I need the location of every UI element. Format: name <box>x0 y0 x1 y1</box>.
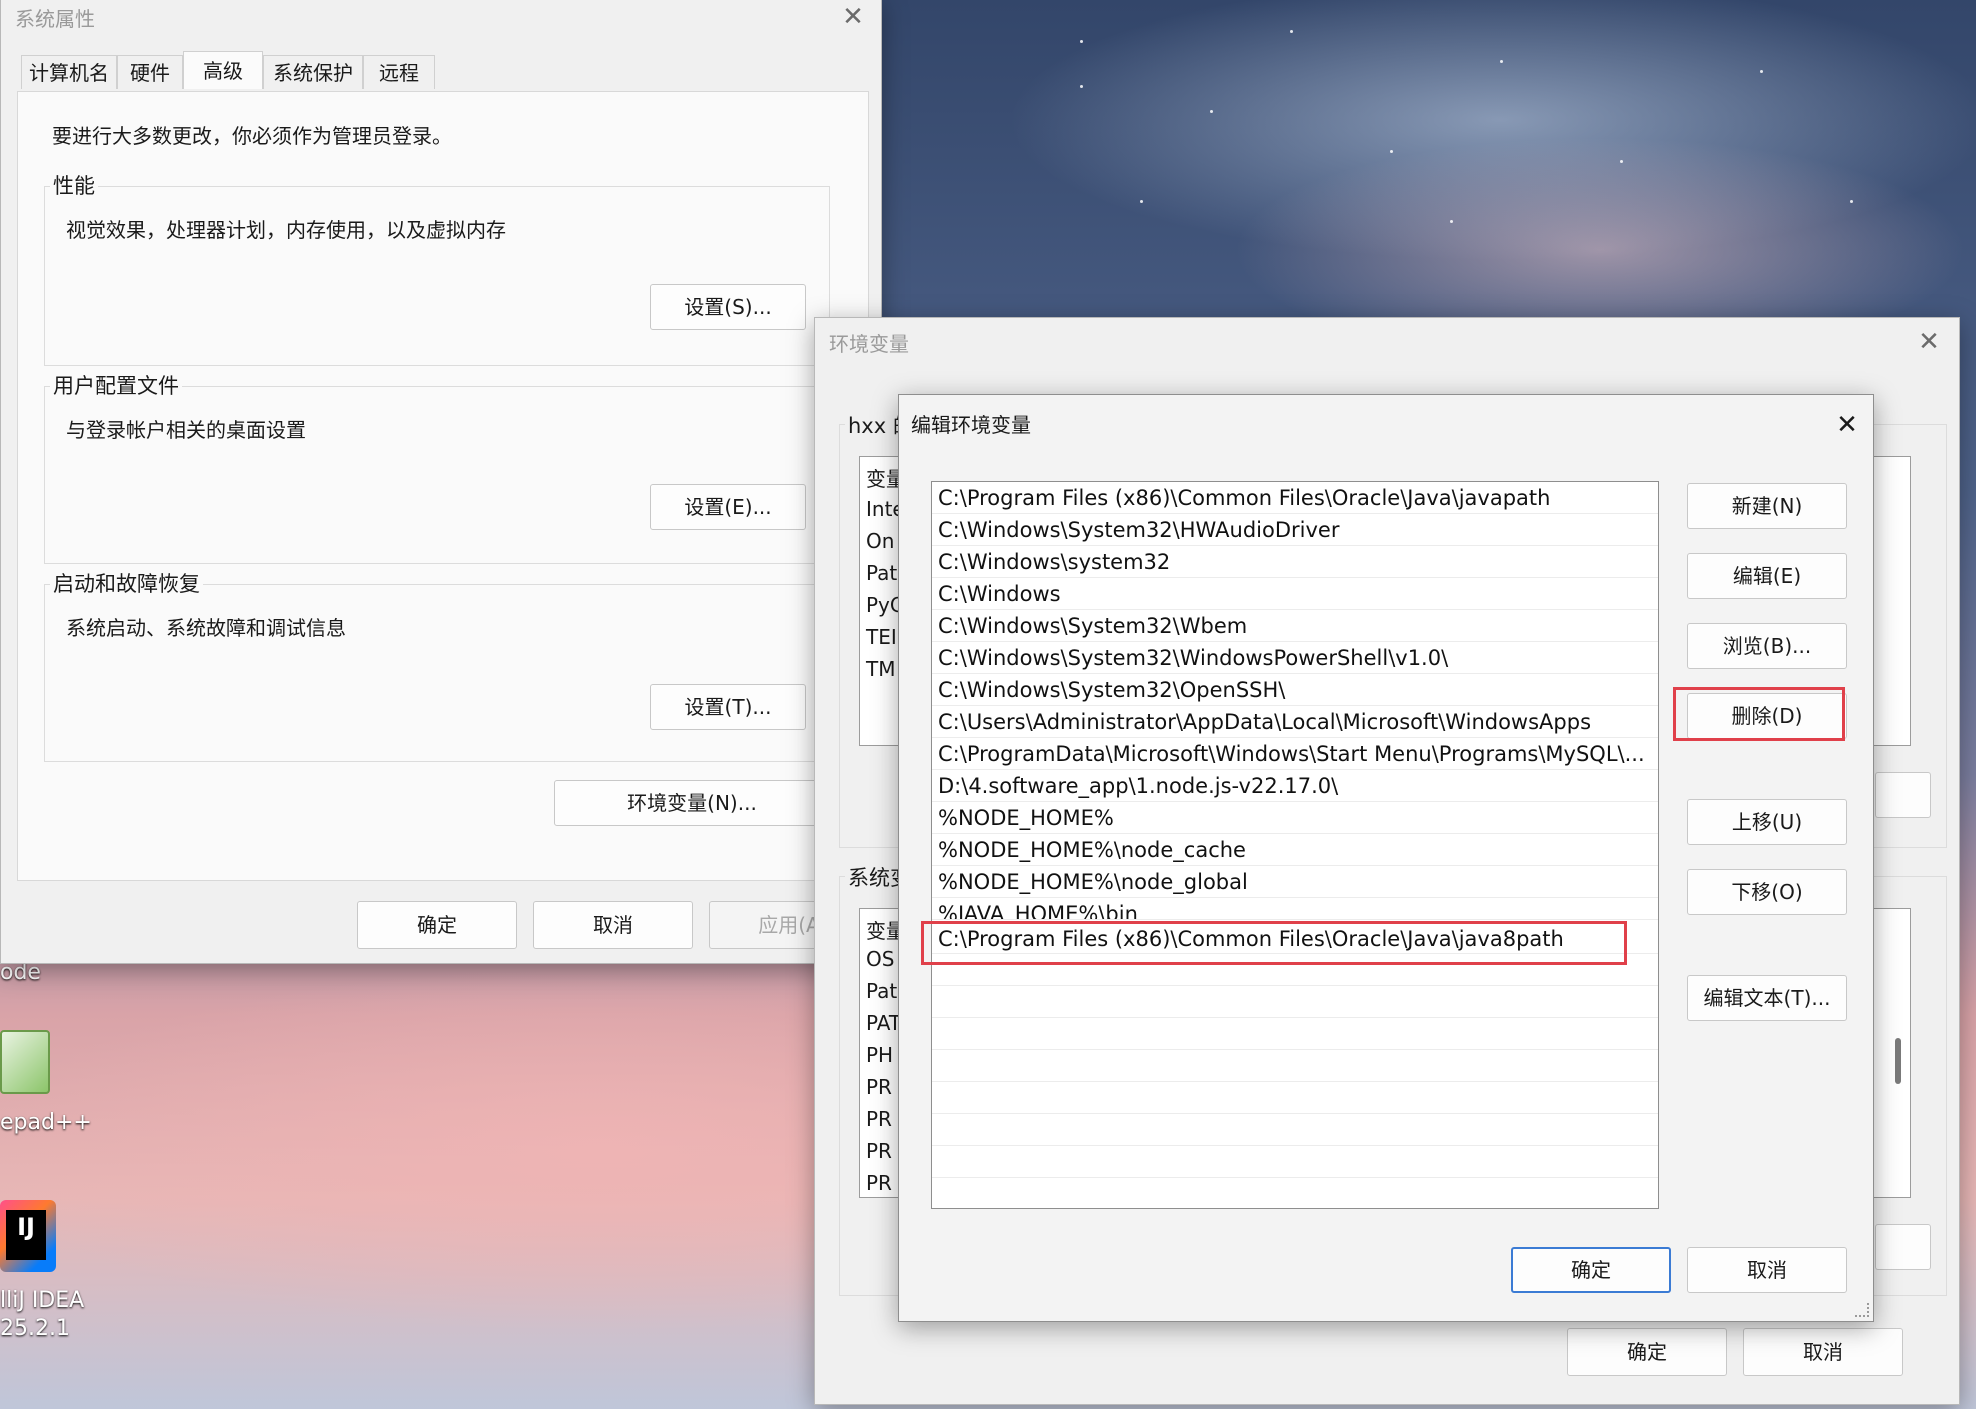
list-item[interactable]: On <box>866 529 894 553</box>
resize-grip-icon[interactable] <box>1855 1303 1869 1317</box>
highlight-box-new-path <box>921 921 1627 965</box>
list-item[interactable]: TEI <box>866 625 897 649</box>
empty-row <box>932 1146 1658 1178</box>
user-variables-button[interactable] <box>1875 772 1931 818</box>
window-title: 环境变量 <box>829 332 909 356</box>
path-item[interactable]: C:\Windows\System32\Wbem <box>932 610 1658 642</box>
performance-description: 视觉效果，处理器计划，内存使用，以及虚拟内存 <box>66 218 506 242</box>
path-item[interactable]: %JAVA_HOME%\bin <box>932 898 1658 920</box>
startup-recovery-description: 系统启动、系统故障和调试信息 <box>66 616 346 640</box>
empty-row <box>932 1018 1658 1050</box>
empty-row <box>932 1050 1658 1082</box>
path-item[interactable]: C:\Program Files (x86)\Common Files\Orac… <box>932 482 1658 514</box>
intellij-idea-icon[interactable]: IJ <box>0 1200 56 1272</box>
tab-computer-name[interactable]: 计算机名 <box>21 55 117 89</box>
path-item[interactable]: %NODE_HOME% <box>932 802 1658 834</box>
path-item[interactable]: %NODE_HOME%\node_cache <box>932 834 1658 866</box>
list-item[interactable]: PR <box>866 1075 892 1099</box>
star <box>1620 160 1623 163</box>
path-item[interactable]: C:\Windows\System32\HWAudioDriver <box>932 514 1658 546</box>
star <box>1140 200 1143 203</box>
list-item[interactable]: PR <box>866 1107 892 1131</box>
move-up-button[interactable]: 上移(U) <box>1687 799 1847 845</box>
user-profile-label: 用户配置文件 <box>50 370 182 400</box>
cancel-button[interactable]: 取消 <box>1743 1328 1903 1376</box>
path-list[interactable]: C:\Program Files (x86)\Common Files\Orac… <box>931 481 1659 1209</box>
path-item[interactable]: C:\Windows\system32 <box>932 546 1658 578</box>
path-item[interactable]: %NODE_HOME%\node_global <box>932 866 1658 898</box>
tab-hardware[interactable]: 硬件 <box>117 55 183 89</box>
browse-button[interactable]: 浏览(B)... <box>1687 623 1847 669</box>
system-variables-button[interactable] <box>1875 1224 1931 1270</box>
empty-row <box>932 1082 1658 1114</box>
list-item[interactable]: Pat <box>866 979 897 1003</box>
cancel-button[interactable]: 取消 <box>1687 1247 1847 1293</box>
user-profile-settings-button[interactable]: 设置(E)... <box>650 484 806 530</box>
performance-settings-button[interactable]: 设置(S)... <box>650 284 806 330</box>
edit-button[interactable]: 编辑(E) <box>1687 553 1847 599</box>
empty-row <box>932 1114 1658 1146</box>
path-item[interactable]: C:\Windows\System32\WindowsPowerShell\v1… <box>932 642 1658 674</box>
performance-group <box>44 186 830 366</box>
startup-recovery-label: 启动和故障恢复 <box>50 568 203 598</box>
list-item[interactable]: OS <box>866 947 894 971</box>
user-profile-description: 与登录帐户相关的桌面设置 <box>66 418 306 442</box>
dialog-title: 编辑环境变量 <box>911 413 1031 437</box>
list-item[interactable]: TM <box>866 657 895 681</box>
star <box>1450 220 1453 223</box>
list-item[interactable]: PAT <box>866 1011 901 1035</box>
user-profile-group <box>44 386 830 564</box>
list-item[interactable]: PR <box>866 1139 892 1163</box>
desktop-icon-label[interactable]: epad++ <box>0 1110 92 1135</box>
path-item[interactable]: C:\Windows <box>932 578 1658 610</box>
star <box>1080 85 1083 88</box>
close-icon[interactable]: ✕ <box>835 1 871 33</box>
highlight-box-delete <box>1673 687 1845 741</box>
tab-system-protection[interactable]: 系统保护 <box>263 55 363 89</box>
empty-row <box>932 986 1658 1018</box>
edit-environment-variable-dialog: 编辑环境变量 ✕ C:\Program Files (x86)\Common F… <box>898 394 1874 1322</box>
environment-variables-button[interactable]: 环境变量(N)... <box>554 780 830 826</box>
startup-recovery-group <box>44 584 830 762</box>
move-down-button[interactable]: 下移(O) <box>1687 869 1847 915</box>
ok-button[interactable]: 确定 <box>1567 1328 1727 1376</box>
performance-label: 性能 <box>50 170 98 200</box>
new-button[interactable]: 新建(N) <box>1687 483 1847 529</box>
tab-remote[interactable]: 远程 <box>363 55 435 89</box>
ok-button[interactable]: 确定 <box>1511 1247 1671 1293</box>
list-item[interactable]: PH <box>866 1043 893 1067</box>
star <box>1290 30 1293 33</box>
desktop-icon-label[interactable]: lliJ IDEA <box>0 1288 84 1313</box>
path-item[interactable]: C:\Users\Administrator\AppData\Local\Mic… <box>932 706 1658 738</box>
ok-button[interactable]: 确定 <box>357 901 517 949</box>
list-item[interactable]: Pat <box>866 561 897 585</box>
star <box>1080 40 1083 43</box>
close-icon[interactable]: ✕ <box>1911 326 1947 358</box>
idea-logo-glyph: IJ <box>6 1210 46 1260</box>
startup-settings-button[interactable]: 设置(T)... <box>650 684 806 730</box>
admin-note: 要进行大多数更改，你必须作为管理员登录。 <box>52 124 452 148</box>
path-item[interactable]: C:\ProgramData\Microsoft\Windows\Start M… <box>932 738 1658 770</box>
star <box>1500 60 1503 63</box>
cancel-button[interactable]: 取消 <box>533 901 693 949</box>
star <box>1760 70 1763 73</box>
system-properties-window: 系统属性 ✕ 计算机名 硬件 高级 系统保护 远程 要进行大多数更改，你必须作为… <box>0 0 882 964</box>
list-item[interactable]: PR <box>866 1171 892 1195</box>
notepad-plus-plus-icon[interactable] <box>0 1030 50 1094</box>
path-item[interactable]: C:\Windows\System32\OpenSSH\ <box>932 674 1658 706</box>
path-item[interactable]: D:\4.software_app\1.node.js-v22.17.0\ <box>932 770 1658 802</box>
star <box>1390 150 1393 153</box>
tab-panel: 要进行大多数更改，你必须作为管理员登录。 性能 视觉效果，处理器计划，内存使用，… <box>17 91 869 881</box>
close-icon[interactable]: ✕ <box>1829 409 1865 441</box>
tab-advanced[interactable]: 高级 <box>183 51 263 89</box>
star <box>1850 200 1853 203</box>
desktop-icon-label[interactable]: 25.2.1 <box>0 1316 70 1341</box>
window-title: 系统属性 <box>15 7 95 31</box>
edit-text-button[interactable]: 编辑文本(T)... <box>1687 975 1847 1021</box>
star <box>1210 110 1213 113</box>
scrollbar-thumb[interactable] <box>1895 1038 1901 1084</box>
